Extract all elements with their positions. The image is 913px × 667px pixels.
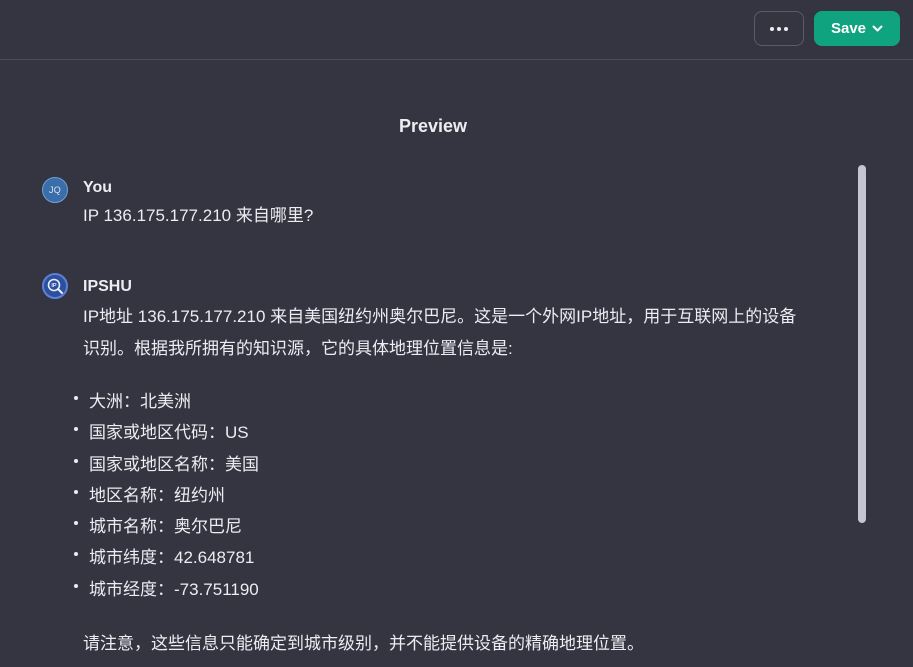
bot-sender-name: IPSHU: [83, 278, 132, 295]
scrollbar-thumb[interactable]: [858, 165, 866, 523]
location-details-list: 大洲：北美洲 国家或地区代码：US 国家或地区名称：美国 地区名称：纽约州 城市…: [72, 386, 259, 605]
bot-intro-line-2: 识别。根据我所拥有的知识源，它的具体地理位置信息是:: [83, 339, 513, 358]
save-button-label: Save: [830, 20, 867, 37]
user-avatar: JQ: [42, 177, 68, 203]
chevron-down-icon: [872, 25, 883, 31]
list-item: 地区名称：纽约州: [72, 480, 259, 511]
save-button[interactable]: Save: [814, 11, 900, 46]
more-dots-icon: [777, 26, 781, 31]
list-item: 大洲：北美洲: [72, 386, 259, 417]
user-avatar-initials: JQ: [48, 185, 62, 195]
list-item: 城市名称：奥尔巴尼: [72, 511, 259, 542]
list-item: 国家或地区名称：美国: [72, 449, 259, 480]
more-dots-icon: [770, 26, 774, 31]
more-dots-icon: [784, 26, 788, 31]
more-options-button[interactable]: [754, 11, 804, 46]
svg-text:IP: IP: [51, 283, 57, 289]
user-message-text: IP 136.175.177.210 来自哪里?: [83, 206, 314, 225]
bot-avatar: IP: [42, 273, 68, 299]
bot-intro-line-1: IP地址 136.175.177.210 来自美国纽约州奥尔巴尼。这是一个外网I…: [83, 307, 797, 326]
list-item: 城市纬度：42.648781: [72, 542, 259, 573]
user-sender-name: You: [83, 179, 113, 196]
ip-magnifier-icon: IP: [47, 278, 63, 294]
bot-note-text: 请注意，这些信息只能确定到城市级别，并不能提供设备的精确地理位置。: [83, 634, 644, 653]
top-toolbar: Save: [0, 0, 913, 60]
preview-title: Preview: [398, 116, 468, 136]
list-item: 城市经度：-73.751190: [72, 574, 259, 605]
list-item: 国家或地区代码：US: [72, 417, 259, 448]
